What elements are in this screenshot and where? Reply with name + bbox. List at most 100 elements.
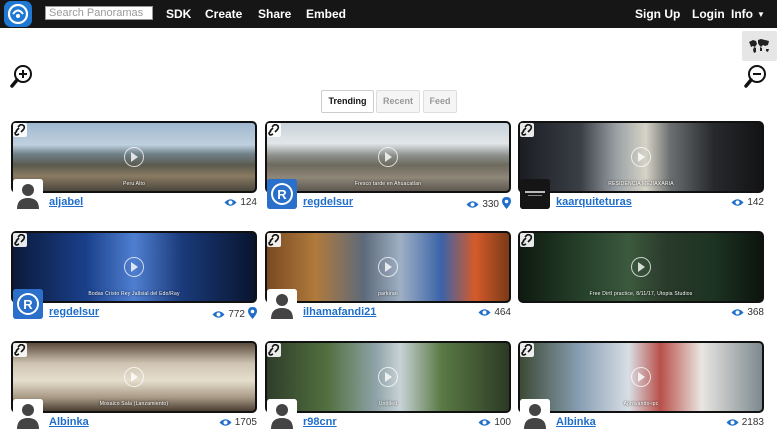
avatar[interactable] — [520, 399, 550, 429]
panorama-caption: Mosaico Sala (Lanzamiento) — [99, 401, 169, 407]
search-input[interactable] — [45, 6, 153, 20]
avatar[interactable] — [267, 399, 297, 429]
link-icon[interactable] — [520, 123, 534, 137]
top-navigation-bar: SDK Create Share Embed Sign Up Login Inf… — [0, 0, 777, 28]
panorama-thumbnail[interactable]: parkiran — [265, 231, 511, 303]
info-menu[interactable]: Info ▼ — [731, 7, 765, 22]
nav-share-link[interactable]: Share — [258, 7, 291, 21]
view-count-value: 330 — [482, 199, 499, 210]
link-icon[interactable] — [13, 123, 27, 137]
eye-icon — [466, 201, 479, 208]
play-icon — [124, 367, 144, 387]
link-icon[interactable] — [13, 233, 27, 247]
zoom-in-button[interactable] — [10, 64, 34, 88]
play-icon — [124, 257, 144, 277]
panorama-thumbnail[interactable]: Untitled — [265, 341, 511, 413]
info-menu-label: Info — [731, 7, 753, 21]
nav-sdk-link[interactable]: SDK — [166, 7, 191, 21]
r-logo-icon: R — [267, 179, 297, 209]
view-count: 142 — [731, 197, 764, 208]
username-link[interactable]: r98cnr — [303, 416, 337, 428]
avatar[interactable] — [13, 179, 43, 209]
view-count-value: 368 — [747, 307, 764, 318]
link-icon[interactable] — [267, 233, 281, 247]
eye-icon — [212, 311, 225, 318]
username-link[interactable]: regdelsur — [49, 306, 99, 318]
eye-icon — [224, 199, 237, 206]
view-count: 464 — [478, 307, 511, 318]
play-icon — [378, 257, 398, 277]
view-count: 124 — [224, 197, 257, 208]
username-link[interactable]: Albinka — [556, 416, 596, 428]
world-map-icon — [749, 39, 769, 53]
default-user-icon — [13, 179, 43, 209]
eye-icon — [731, 199, 744, 206]
panorama-caption: Untitled — [378, 401, 398, 407]
panorama-caption: RESIDENCIA MEJIAXARIA — [608, 181, 674, 187]
panorama-caption: Peru Alto — [122, 181, 146, 187]
avatar[interactable] — [267, 289, 297, 319]
panorama-thumbnail[interactable]: RESIDENCIA MEJIAXARIA — [518, 121, 764, 193]
nav-embed-link[interactable]: Embed — [306, 7, 346, 21]
svg-text:R: R — [23, 297, 33, 312]
play-icon — [631, 147, 651, 167]
location-pin-icon[interactable] — [248, 307, 257, 319]
chevron-down-icon: ▼ — [757, 10, 765, 19]
sign-up-link[interactable]: Sign Up — [635, 7, 680, 21]
link-icon[interactable] — [267, 123, 281, 137]
company-logo-icon — [520, 179, 550, 209]
eye-icon — [731, 309, 744, 316]
panorama-thumbnail[interactable]: Peru Alto — [11, 121, 257, 193]
play-icon — [378, 147, 398, 167]
default-user-icon — [520, 399, 550, 429]
avatar[interactable]: R — [13, 289, 43, 319]
login-link[interactable]: Login — [692, 7, 725, 21]
default-user-icon — [267, 289, 297, 319]
view-count: 330 — [466, 197, 511, 210]
username-link[interactable]: regdelsur — [303, 196, 353, 208]
eye-icon — [478, 309, 491, 316]
zoom-out-button[interactable] — [744, 64, 768, 88]
app-logo[interactable] — [4, 1, 32, 27]
username-link[interactable]: Albinka — [49, 416, 89, 428]
tab-feed[interactable]: Feed — [423, 90, 457, 113]
panorama-caption: Free DirtI practice, 8/11/17, Utopia Stu… — [589, 291, 693, 297]
default-user-icon — [267, 399, 297, 429]
tab-recent[interactable]: Recent — [376, 90, 420, 113]
username-link[interactable]: aljabel — [49, 196, 83, 208]
panorama-caption: Fresco tarde en Ahuacatlan — [354, 181, 422, 187]
zoom-out-icon — [744, 65, 766, 88]
avatar[interactable] — [13, 399, 43, 429]
panorama-thumbnail[interactable]: Bodas Cristo Rey Jallsial del Edo/Ray — [11, 231, 257, 303]
play-icon — [378, 367, 398, 387]
nav-create-link[interactable]: Create — [205, 7, 242, 21]
play-icon — [631, 367, 651, 387]
view-count-value: 464 — [494, 307, 511, 318]
avatar[interactable]: R — [267, 179, 297, 209]
play-icon — [124, 147, 144, 167]
link-icon[interactable] — [520, 233, 534, 247]
view-count: 772 — [212, 307, 257, 320]
panorama-thumbnail[interactable]: Free DirtI practice, 8/11/17, Utopia Stu… — [518, 231, 764, 303]
link-icon[interactable] — [267, 343, 281, 357]
username-link[interactable]: ilhamafandi21 — [303, 306, 376, 318]
globe-logo-icon — [7, 3, 29, 25]
location-pin-icon[interactable] — [502, 197, 511, 209]
view-count: 368 — [731, 307, 764, 318]
panorama-thumbnail[interactable]: Mosaico Sala (Lanzamiento) — [11, 341, 257, 413]
view-count-value: 772 — [228, 309, 245, 320]
link-icon[interactable] — [13, 343, 27, 357]
panorama-thumbnail[interactable]: Aprovando-ipc — [518, 341, 764, 413]
panorama-thumbnail[interactable]: Fresco tarde en Ahuacatlan — [265, 121, 511, 193]
link-icon[interactable] — [520, 343, 534, 357]
panorama-caption: parkiran — [378, 291, 398, 297]
zoom-in-icon — [10, 65, 32, 88]
avatar[interactable] — [520, 179, 550, 209]
r-logo-icon: R — [13, 289, 43, 319]
username-link[interactable]: kaarquiteturas — [556, 196, 632, 208]
tab-trending[interactable]: Trending — [321, 90, 374, 113]
panorama-caption: Aprovando-ipc — [623, 401, 659, 407]
default-user-icon — [13, 399, 43, 429]
map-view-button[interactable] — [742, 31, 777, 61]
view-count-value: 142 — [747, 197, 764, 208]
